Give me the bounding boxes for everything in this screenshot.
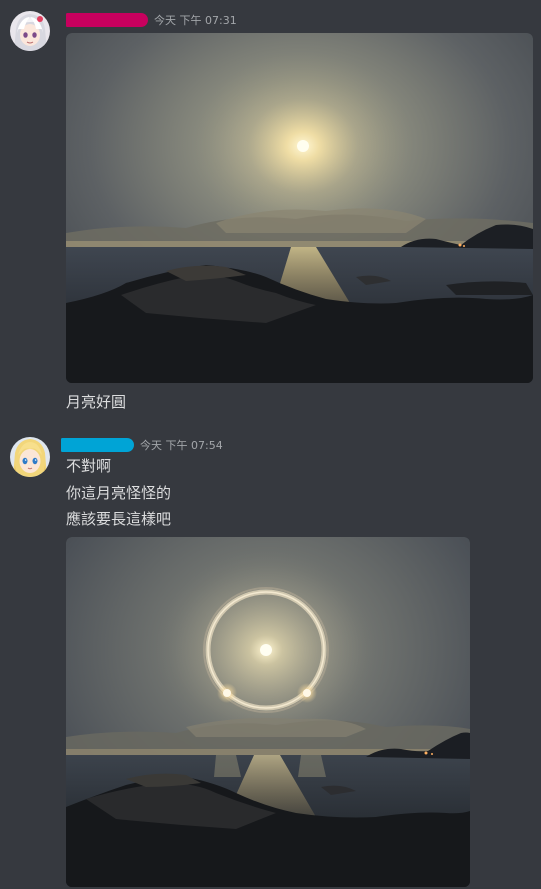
- moon-halo-photo: [66, 537, 470, 887]
- message-text: 不對啊: [66, 457, 112, 475]
- username-redacted[interactable]: [66, 13, 148, 27]
- chat-message-list: 今天 下午 07:31 月亮好圓 今天 下午 07:54 不對啊 你這月亮怪怪的…: [0, 0, 541, 889]
- timestamp: 今天 下午 07:54: [140, 439, 223, 452]
- timestamp: 今天 下午 07:31: [154, 14, 237, 27]
- message-text: 應該要長這樣吧: [66, 510, 172, 528]
- avatar[interactable]: [10, 437, 50, 477]
- image-attachment[interactable]: [66, 537, 470, 887]
- moon-over-sea-photo: [66, 33, 533, 383]
- image-attachment[interactable]: [66, 33, 533, 383]
- message-text: 月亮好圓: [66, 393, 127, 411]
- message-header: 今天 下午 07:31: [66, 9, 237, 31]
- username-redacted[interactable]: [61, 438, 134, 452]
- avatar[interactable]: [10, 11, 50, 51]
- message-text: 你這月亮怪怪的: [66, 484, 172, 502]
- message-group-1: 今天 下午 07:31 月亮好圓: [0, 0, 541, 420]
- message-header: 今天 下午 07:54: [61, 434, 223, 456]
- message-group-2: 今天 下午 07:54 不對啊 你這月亮怪怪的 應該要長這樣吧: [0, 430, 541, 889]
